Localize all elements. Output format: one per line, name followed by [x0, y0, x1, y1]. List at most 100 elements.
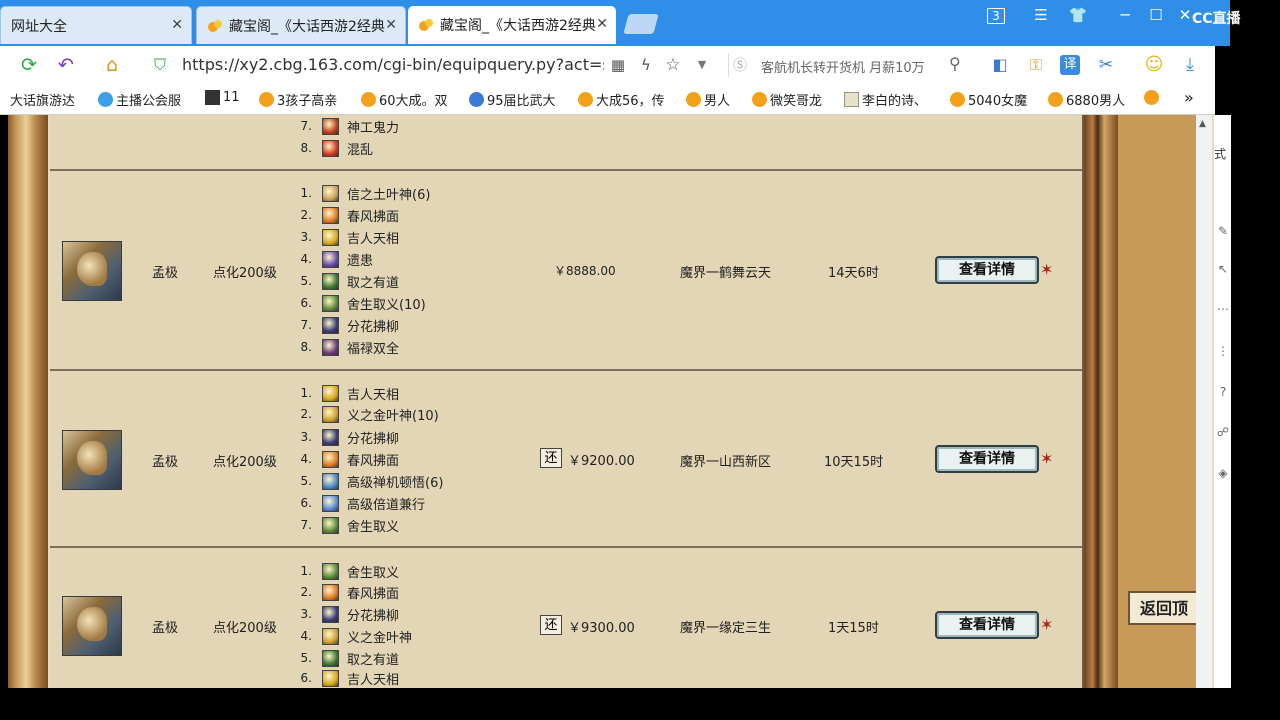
- chevron-down-icon[interactable]: ▼: [690, 54, 714, 76]
- skill-item: 7. 分花拂柳: [300, 316, 400, 335]
- pet-avatar[interactable]: [62, 596, 122, 656]
- back-to-top-button[interactable]: 返回顶: [1128, 591, 1196, 625]
- new-tab-button[interactable]: [623, 14, 659, 34]
- bookmark-item[interactable]: 大成56，传: [578, 90, 665, 109]
- bookmark-item[interactable]: 微笑哥龙: [752, 90, 822, 109]
- tab-bar: 网址大全 ✕ 藏宝阁_《大话西游2经典 ✕ 藏宝阁_《大话西游2经典 ✕ 3 ☰…: [0, 0, 1230, 46]
- skill-icon: [322, 583, 339, 601]
- server-name: 魔界一缘定三生: [680, 621, 772, 636]
- bookmark-icon: [844, 92, 859, 107]
- skill-item: 7. 舍生取义: [300, 516, 400, 535]
- refresh-icon[interactable]: ⟳: [17, 54, 41, 76]
- search-input[interactable]: 客航机长转开货机 月薪10万: [761, 57, 925, 76]
- tassel-icon: ✶: [1040, 260, 1054, 279]
- tab-cbg-1[interactable]: 藏宝阁_《大话西游2经典 ✕: [196, 6, 406, 44]
- skill-icon: [322, 206, 339, 224]
- bookmark-icon: [259, 92, 274, 107]
- side-tool-icon[interactable]: ☍: [1216, 425, 1230, 439]
- tab-title: 藏宝阁_《大话西游2经典: [229, 18, 385, 35]
- bookmark-item[interactable]: 5040女魔: [950, 90, 1027, 109]
- bookmark-icon: [578, 92, 593, 107]
- skill-icon: [322, 605, 339, 623]
- help-icon[interactable]: ?: [1216, 385, 1230, 399]
- skill-icon: [322, 494, 339, 512]
- translate-tool-icon[interactable]: 译: [1060, 55, 1080, 75]
- view-details-button[interactable]: 查看详情: [935, 611, 1039, 639]
- tab-cbg-2[interactable]: 藏宝阁_《大话西游2经典 ✕: [408, 6, 616, 44]
- skill-icon: [322, 384, 339, 402]
- close-icon[interactable]: ✕: [596, 16, 608, 32]
- side-tool-icon[interactable]: ⋯: [1216, 302, 1230, 316]
- skill-icon: [322, 472, 339, 490]
- qr-code-icon[interactable]: ▦: [606, 54, 630, 76]
- cursor-icon[interactable]: ↖: [1216, 262, 1230, 276]
- skill-icon: [322, 117, 339, 135]
- skill-icon: [322, 405, 339, 423]
- browser-side-panel: 式: [1213, 115, 1231, 688]
- restore-tabs-icon[interactable]: 3: [987, 8, 1005, 24]
- close-icon[interactable]: ✕: [171, 17, 183, 33]
- home-icon[interactable]: ⌂: [100, 54, 124, 76]
- tab-title: 网址大全: [11, 18, 67, 35]
- close-icon[interactable]: ✕: [385, 17, 397, 33]
- skill-item: 3. 吉人天相: [300, 228, 400, 247]
- minimize-icon[interactable]: ─: [1110, 6, 1140, 24]
- bookmark-item[interactable]: 大话旗游达: [10, 90, 75, 109]
- left-scroll-frame: [8, 115, 48, 688]
- maximize-icon[interactable]: ☐: [1141, 6, 1171, 24]
- side-tool-icon[interactable]: ⋮: [1216, 344, 1230, 358]
- key-icon[interactable]: ⚿: [1024, 54, 1048, 76]
- skill-item: 5. 取之有道: [300, 649, 400, 668]
- pet-name: 孟极: [152, 455, 179, 470]
- search-icon[interactable]: ⚲: [949, 54, 961, 73]
- tab-nav-sites[interactable]: 网址大全 ✕: [0, 6, 192, 44]
- bookmark-icon: [950, 92, 965, 107]
- search-box[interactable]: Ⓢ 客航机长转开货机 月薪10万 ⚲: [728, 53, 975, 77]
- skill-item: 2. 春风拂面: [300, 206, 400, 225]
- pet-avatar[interactable]: [62, 241, 122, 301]
- bookmark-item[interactable]: 男人: [686, 90, 730, 109]
- bookmark-item[interactable]: 6880男人: [1048, 90, 1125, 109]
- side-tool-icon[interactable]: ✎: [1216, 224, 1230, 238]
- scroll-up-icon[interactable]: ▲: [1199, 119, 1206, 129]
- star-icon[interactable]: ☆: [661, 54, 685, 76]
- view-details-button[interactable]: 查看详情: [935, 445, 1039, 473]
- skill-icon: [322, 562, 339, 580]
- emoji-icon[interactable]: ☺: [1142, 54, 1166, 76]
- page-scrollbar[interactable]: ▲: [1196, 115, 1212, 688]
- bookmark-item[interactable]: 60大成。双: [361, 90, 448, 109]
- bookmark-item[interactable]: 11: [205, 90, 240, 105]
- bookmark-item[interactable]: 主播公会服: [98, 90, 181, 109]
- skill-item: 8. 混乱: [300, 139, 374, 158]
- skin-icon[interactable]: 👕: [1063, 6, 1093, 24]
- skill-item: 1. 信之土叶神(6): [300, 184, 431, 203]
- price: ￥9200.00: [568, 454, 635, 469]
- bookmark-item[interactable]: 3孩子高亲: [259, 90, 337, 109]
- pet-avatar[interactable]: [62, 430, 122, 490]
- bookmark-item[interactable]: [1144, 90, 1162, 105]
- bookmark-item[interactable]: 95届比武大: [469, 90, 556, 109]
- translate-icon[interactable]: ◧: [988, 54, 1012, 76]
- skill-icon: [322, 428, 339, 446]
- skill-item: 5. 高级禅机顿悟(6): [300, 472, 444, 491]
- menu-icon[interactable]: ☰: [1026, 6, 1056, 24]
- undo-icon[interactable]: ↶: [54, 54, 78, 76]
- skill-icon: [322, 649, 339, 667]
- bookmarks-more-icon[interactable]: »: [1184, 88, 1194, 107]
- skill-icon: [322, 450, 339, 468]
- skill-icon: [322, 294, 339, 312]
- url-field[interactable]: https://xy2.cbg.163.com/cgi-bin/equipque…: [182, 55, 604, 74]
- bookmark-item[interactable]: 李白的诗、: [844, 90, 927, 109]
- side-tool-icon[interactable]: ◈: [1216, 466, 1230, 480]
- skill-item: 6. 舍生取义(10): [300, 294, 426, 313]
- view-details-button[interactable]: 查看详情: [935, 256, 1039, 284]
- lightning-icon[interactable]: ϟ: [634, 54, 658, 76]
- skill-item: 6. 高级倍道兼行: [300, 494, 426, 513]
- skill-item: 4. 义之金叶神: [300, 627, 413, 646]
- left-black-edge: [0, 115, 8, 688]
- download-icon[interactable]: ⤓: [1178, 54, 1202, 76]
- scissors-icon[interactable]: ✂: [1094, 54, 1118, 76]
- search-engine-icon: Ⓢ: [733, 58, 747, 74]
- skill-icon: [322, 316, 339, 334]
- bookmark-icon: [98, 92, 113, 107]
